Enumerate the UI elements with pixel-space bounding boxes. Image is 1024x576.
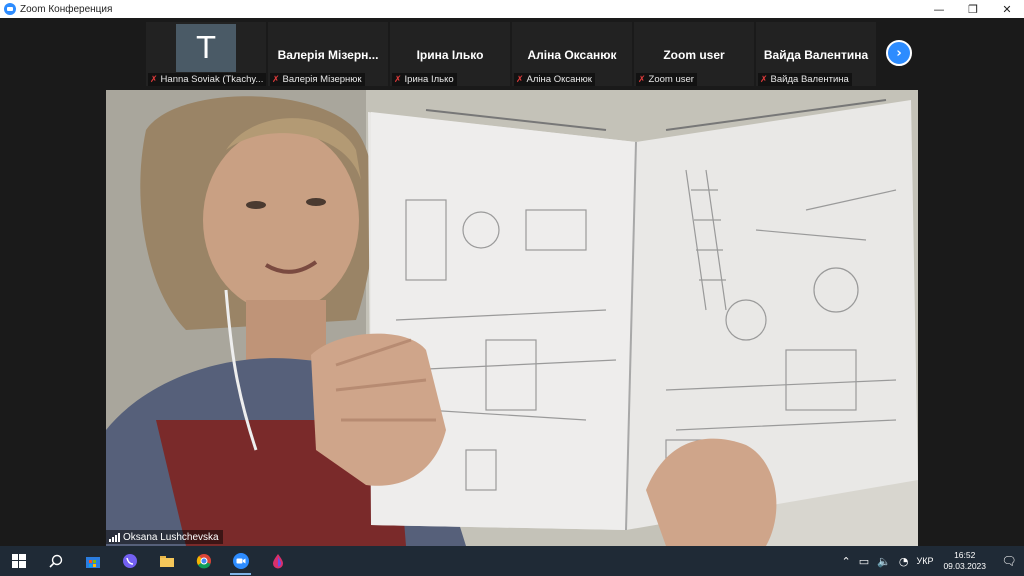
signal-strength-icon — [109, 532, 120, 542]
clock[interactable]: 16:52 09.03.2023 — [943, 550, 986, 572]
participant-label-name: Ірина Ілько — [404, 74, 454, 85]
file-explorer-icon[interactable] — [148, 546, 185, 576]
store-icon[interactable] — [74, 546, 111, 576]
participant-label: ✗ Аліна Оксанюк — [514, 73, 595, 86]
speaker-name: Oksana Lushchevska — [123, 531, 219, 543]
meeting-area: T ✗ Hanna Soviak (Tkachy... Валерія Мізер… — [0, 18, 1024, 546]
participant-tile[interactable]: Zoom user ✗ Zoom user — [634, 22, 754, 86]
participant-label-name: Zoom user — [648, 74, 694, 85]
participant-name: Ірина Ілько — [416, 48, 484, 62]
network-icon[interactable]: ◔ — [899, 555, 909, 568]
language-indicator[interactable]: УКР — [916, 556, 933, 566]
speaker-name-label: Oksana Lushchevska — [106, 530, 223, 544]
participant-tile[interactable]: T ✗ Hanna Soviak (Tkachy... — [146, 22, 267, 86]
participant-label-name: Вайда Валентина — [770, 74, 849, 85]
participant-label-name: Валерія Мізернюк — [282, 74, 362, 85]
mic-muted-icon: ✗ — [516, 74, 524, 85]
video-frame — [106, 90, 918, 546]
zoom-taskbar-icon[interactable] — [222, 546, 259, 576]
participant-label: ✗ Zoom user — [636, 73, 697, 86]
title-bar: Zoom Конференция — ❐ ✕ — [0, 0, 1024, 18]
window-controls: — ❐ ✕ — [922, 0, 1024, 18]
participant-tile[interactable]: Ірина Ілько ✗ Ірина Ілько — [390, 22, 510, 86]
windows-start-icon[interactable] — [0, 546, 37, 576]
clock-date: 09.03.2023 — [943, 561, 986, 571]
participant-avatar: T — [176, 24, 236, 72]
minimize-button[interactable]: — — [922, 0, 956, 18]
mic-muted-icon: ✗ — [272, 74, 280, 85]
participant-label: ✗ Валерія Мізернюк — [270, 73, 365, 86]
taskbar: ⌃ ▭ 🔈 ◔ УКР 16:52 09.03.2023 🗨 — [0, 546, 1024, 576]
participant-tile[interactable]: Валерія Мізерн... ✗ Валерія Мізернюк — [268, 22, 388, 86]
chevron-up-icon[interactable]: ⌃ — [842, 555, 851, 568]
mic-muted-icon: ✗ — [394, 74, 402, 85]
close-button[interactable]: ✕ — [990, 0, 1024, 18]
participant-label: ✗ Hanna Soviak (Tkachy... — [148, 73, 267, 86]
system-tray: ⌃ ▭ 🔈 ◔ УКР 16:52 09.03.2023 🗨 — [838, 546, 1024, 576]
viber-icon[interactable] — [111, 546, 148, 576]
chrome-icon[interactable] — [185, 546, 222, 576]
zoom-logo-icon — [4, 3, 16, 15]
participant-name: Аліна Оксанюк — [527, 48, 617, 62]
participant-label-name: Аліна Оксанюк — [526, 74, 592, 85]
clock-time: 16:52 — [954, 550, 976, 560]
speaker-video: Oksana Lushchevska — [106, 90, 918, 546]
paint-icon[interactable] — [259, 546, 296, 576]
mic-muted-icon: ✗ — [150, 74, 158, 85]
participant-name: Zoom user — [663, 48, 725, 62]
battery-icon[interactable]: ▭ — [859, 555, 869, 568]
next-participants-button[interactable]: › — [886, 40, 912, 66]
volume-icon[interactable]: 🔈 — [877, 555, 891, 568]
notification-icon[interactable]: 🗨 — [994, 554, 1024, 568]
participant-label: ✗ Ірина Ілько — [392, 73, 457, 86]
participant-label: ✗ Вайда Валентина — [758, 73, 852, 86]
participant-name: Вайда Валентина — [763, 48, 869, 62]
mic-muted-icon: ✗ — [638, 74, 646, 85]
chevron-right-icon: › — [896, 45, 902, 61]
participant-tile[interactable]: Вайда Валентина ✗ Вайда Валентина — [756, 22, 876, 86]
restore-button[interactable]: ❐ — [956, 0, 990, 18]
participant-strip: T ✗ Hanna Soviak (Tkachy... Валерія Мізер… — [146, 22, 876, 86]
window-title: Zoom Конференция — [20, 3, 113, 15]
search-icon[interactable] — [37, 546, 74, 576]
participant-label-name: Hanna Soviak (Tkachy... — [160, 74, 264, 85]
participant-name: Валерія Мізерн... — [277, 48, 379, 62]
mic-muted-icon: ✗ — [760, 74, 768, 85]
participant-tile[interactable]: Аліна Оксанюк ✗ Аліна Оксанюк — [512, 22, 632, 86]
